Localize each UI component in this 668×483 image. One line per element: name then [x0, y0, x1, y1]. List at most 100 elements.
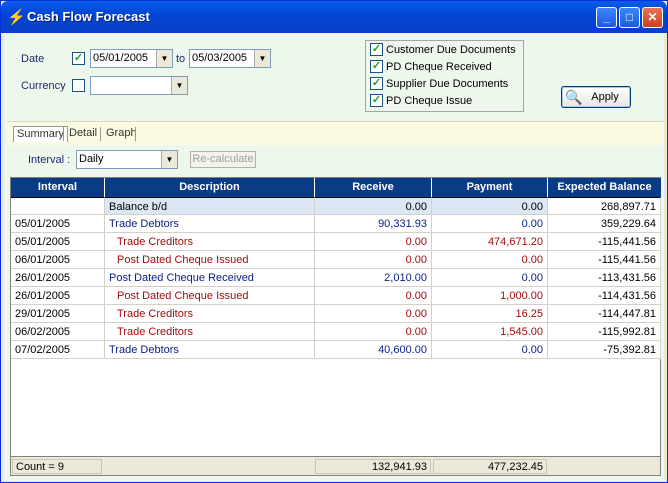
currency-select[interactable]: ▼: [90, 76, 188, 95]
table-cell-description[interactable]: Trade Debtors: [105, 215, 315, 233]
table-cell-payment[interactable]: 1,545.00: [432, 323, 548, 341]
column-header-receive[interactable]: Receive: [315, 178, 432, 197]
table-cell-interval[interactable]: 29/01/2005: [11, 305, 105, 323]
table-cell-receive[interactable]: 0.00: [315, 287, 432, 305]
table-cell-description[interactable]: Post Dated Cheque Issued: [105, 251, 315, 269]
table-cell-receive[interactable]: 2,010.00: [315, 269, 432, 287]
table-cell-description[interactable]: Post Dated Cheque Received: [105, 269, 315, 287]
recalculate-button[interactable]: Re-calculate: [190, 151, 256, 168]
option-checkbox[interactable]: ✓: [370, 60, 383, 73]
document-options-group: ✓ Customer Due Documents ✓ PD Cheque Recei…: [365, 40, 524, 112]
currency-label: Currency: [21, 80, 66, 92]
date-label: Date: [21, 53, 45, 65]
table-cell-description[interactable]: Post Dated Cheque Issued: [105, 287, 315, 305]
table-cell-interval[interactable]: 26/01/2005: [11, 269, 105, 287]
window-title: Cash Flow Forecast: [27, 9, 150, 24]
option-checkbox[interactable]: ✓: [370, 77, 383, 90]
maximize-button[interactable]: □: [619, 7, 640, 28]
currency-checkbox[interactable]: [72, 79, 85, 92]
option-label: Customer Due Documents: [386, 43, 516, 56]
table-cell-payment[interactable]: 0.00: [432, 197, 548, 215]
table-cell-receive[interactable]: 0.00: [315, 251, 432, 269]
cash-flow-table: Interval Description Receive Payment Exp…: [10, 177, 661, 476]
table-cell-interval[interactable]: 05/01/2005: [11, 233, 105, 251]
minimize-button[interactable]: _: [596, 7, 617, 28]
row-count: Count = 9: [12, 459, 102, 474]
apply-button[interactable]: 🔍 Apply: [561, 86, 631, 108]
lightning-icon: ⚡: [7, 9, 26, 26]
table-cell-interval[interactable]: 06/01/2005: [11, 251, 105, 269]
table-cell-receive[interactable]: 0.00: [315, 323, 432, 341]
table-cell-balance[interactable]: -75,392.81: [548, 341, 661, 359]
payment-total: 477,232.45: [433, 459, 547, 474]
table-cell-payment[interactable]: 0.00: [432, 251, 548, 269]
table-cell-description[interactable]: Trade Debtors: [105, 341, 315, 359]
interval-bar: Interval : Daily ▼ Re-calculate: [7, 146, 664, 173]
table-cell-interval[interactable]: 05/01/2005: [11, 215, 105, 233]
interval-label: Interval :: [28, 154, 71, 166]
chevron-down-icon[interactable]: ▼: [254, 50, 270, 67]
column-header-payment[interactable]: Payment: [432, 178, 548, 197]
table-cell-description[interactable]: Trade Creditors: [105, 305, 315, 323]
title-bar[interactable]: ⚡ Cash Flow Forecast _ □ ✕: [1, 1, 667, 33]
tab-detail[interactable]: Detail: [66, 126, 100, 142]
table-cell-interval[interactable]: [11, 197, 105, 215]
table-cell-balance[interactable]: -114,431.56: [548, 287, 661, 305]
table-cell-receive[interactable]: 40,600.00: [315, 341, 432, 359]
table-cell-description[interactable]: Balance b/d: [105, 197, 315, 215]
interval-value: Daily: [79, 153, 104, 165]
apply-label: Apply: [591, 91, 619, 103]
table-cell-balance[interactable]: 268,897.71: [548, 197, 661, 215]
table-footer: Count = 9 132,941.93 477,232.45: [11, 456, 660, 475]
option-pd-cheque-received[interactable]: ✓ PD Cheque Received: [370, 60, 492, 76]
column-header-description[interactable]: Description: [105, 178, 315, 197]
table-cell-receive[interactable]: 0.00: [315, 305, 432, 323]
option-label: PD Cheque Received: [386, 60, 492, 73]
column-header-expected-balance[interactable]: Expected Balance: [548, 178, 661, 197]
option-checkbox[interactable]: ✓: [370, 43, 383, 56]
table-cell-description[interactable]: Trade Creditors: [105, 233, 315, 251]
option-pd-cheque-issue[interactable]: ✓ PD Cheque Issue: [370, 94, 472, 110]
tab-separator: [135, 127, 136, 141]
table-cell-balance[interactable]: 359,229.64: [548, 215, 661, 233]
date-checkbox[interactable]: ✓: [72, 52, 85, 65]
table-cell-payment[interactable]: 0.00: [432, 215, 548, 233]
chevron-down-icon[interactable]: ▼: [171, 77, 187, 94]
tab-separator: [100, 127, 101, 141]
date-to-picker[interactable]: 05/03/2005 ▼: [189, 49, 271, 68]
table-cell-balance[interactable]: -114,447.81: [548, 305, 661, 323]
table-cell-receive[interactable]: 0.00: [315, 233, 432, 251]
column-header-interval[interactable]: Interval: [11, 178, 105, 197]
date-from-value: 05/01/2005: [93, 52, 149, 64]
table-cell-payment[interactable]: 474,671.20: [432, 233, 548, 251]
table-cell-receive[interactable]: 0.00: [315, 197, 432, 215]
table-cell-receive[interactable]: 90,331.93: [315, 215, 432, 233]
chevron-down-icon[interactable]: ▼: [161, 151, 177, 168]
date-to-value: 05/03/2005: [192, 52, 248, 64]
interval-select[interactable]: Daily ▼: [76, 150, 178, 169]
tab-summary[interactable]: Summary: [13, 126, 69, 142]
option-label: PD Cheque Issue: [386, 94, 473, 107]
option-supplier-due[interactable]: ✓ Supplier Due Documents: [370, 77, 508, 93]
table-cell-interval[interactable]: 26/01/2005: [11, 287, 105, 305]
table-cell-payment[interactable]: 16.25: [432, 305, 548, 323]
cash-flow-forecast-window: ⚡ Cash Flow Forecast _ □ ✕ Date ✓ 05/01/…: [0, 0, 668, 483]
table-cell-interval[interactable]: 07/02/2005: [11, 341, 105, 359]
table-cell-payment[interactable]: 1,000.00: [432, 287, 548, 305]
table-cell-description[interactable]: Trade Creditors: [105, 323, 315, 341]
table-cell-payment[interactable]: 0.00: [432, 269, 548, 287]
table-cell-balance[interactable]: -115,441.56: [548, 233, 661, 251]
table-cell-balance[interactable]: -115,441.56: [548, 251, 661, 269]
table-cell-balance[interactable]: -113,431.56: [548, 269, 661, 287]
table-cell-interval[interactable]: 06/02/2005: [11, 323, 105, 341]
to-label: to: [176, 53, 186, 65]
option-label: Supplier Due Documents: [386, 77, 509, 90]
date-from-picker[interactable]: 05/01/2005 ▼: [90, 49, 173, 68]
table-cell-payment[interactable]: 0.00: [432, 341, 548, 359]
magnifier-icon: 🔍: [565, 89, 583, 105]
option-customer-due[interactable]: ✓ Customer Due Documents: [370, 43, 516, 59]
table-cell-balance[interactable]: -115,992.81: [548, 323, 661, 341]
option-checkbox[interactable]: ✓: [370, 94, 383, 107]
chevron-down-icon[interactable]: ▼: [156, 50, 172, 67]
close-button[interactable]: ✕: [642, 7, 663, 28]
